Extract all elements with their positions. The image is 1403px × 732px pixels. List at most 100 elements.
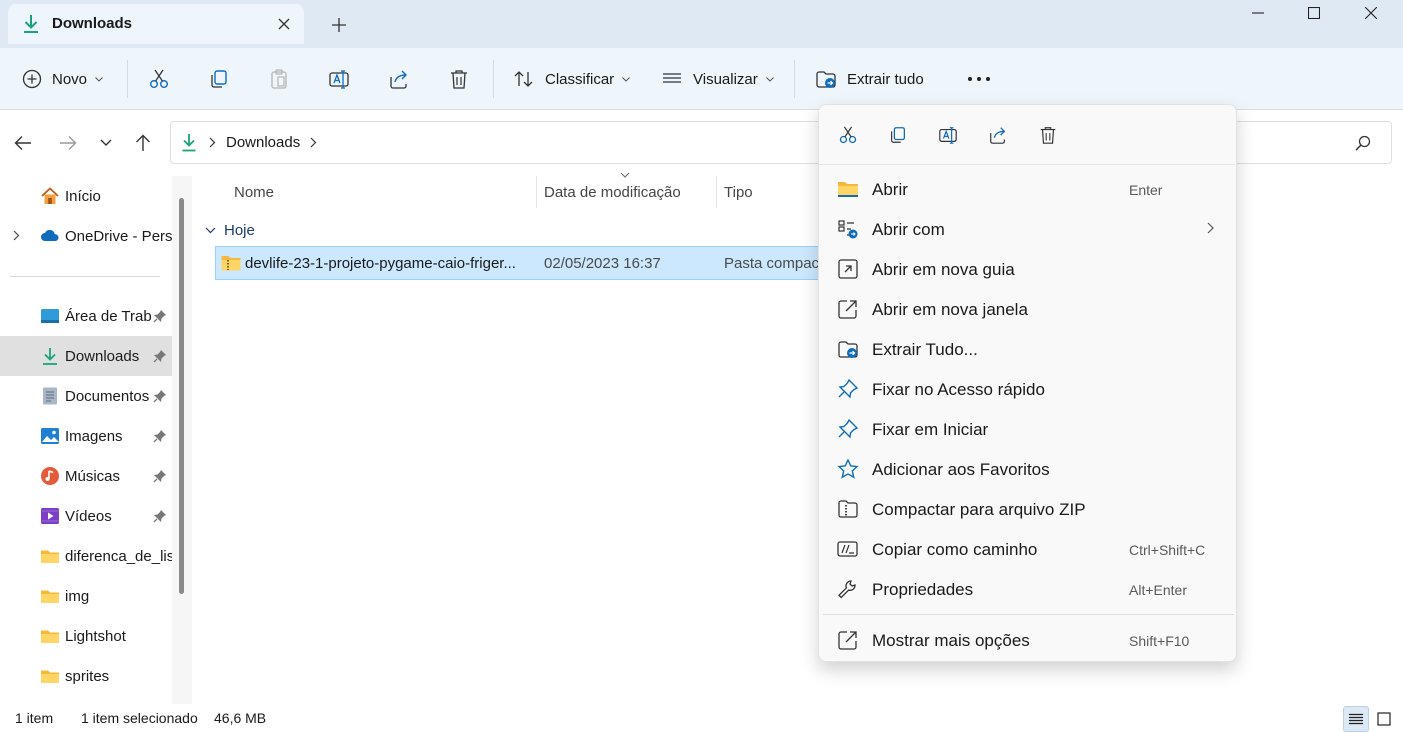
column-header-name[interactable]: Nome: [234, 184, 274, 201]
forward-button[interactable]: [55, 130, 81, 156]
search-icon[interactable]: [1355, 135, 1371, 151]
back-button[interactable]: [10, 130, 36, 156]
sidebar-scrollbar[interactable]: [172, 176, 192, 704]
up-button[interactable]: [130, 130, 156, 156]
share-button[interactable]: [388, 62, 410, 96]
chevron-right-icon[interactable]: [13, 230, 20, 241]
rename-icon: [939, 127, 957, 144]
clipboard-icon: [271, 69, 287, 89]
pin-icon[interactable]: [153, 469, 167, 483]
sidebar-divider: [10, 276, 160, 277]
recent-locations-button[interactable]: [93, 130, 119, 156]
sidebar-item-home[interactable]: Início: [0, 176, 172, 216]
more-icon: [968, 77, 990, 81]
pin-icon[interactable]: [153, 349, 167, 363]
column-header-type[interactable]: Tipo: [724, 184, 753, 201]
sidebar-item-music[interactable]: Músicas: [0, 456, 172, 496]
sidebar-item-pictures[interactable]: Imagens: [0, 416, 172, 456]
pin-icon[interactable]: [153, 429, 167, 443]
column-header-date[interactable]: Data de modificação: [544, 184, 681, 201]
context-copy-button[interactable]: [881, 119, 915, 151]
new-tab-button[interactable]: [326, 12, 352, 38]
sidebar-item-folder[interactable]: diferenca_de_lis: [0, 536, 172, 576]
menu-item-properties[interactable]: Propriedades Alt+Enter: [823, 569, 1234, 609]
menu-item-open[interactable]: Abrir Enter: [823, 169, 1234, 209]
rename-button[interactable]: [328, 62, 350, 96]
sidebar-item-desktop[interactable]: Área de Trab: [0, 296, 172, 336]
sidebar-item-folder[interactable]: img: [0, 576, 172, 616]
sidebar-item-folder[interactable]: sprites: [0, 656, 172, 696]
arrow-left-icon: [14, 136, 31, 150]
chevron-down-icon: [100, 139, 112, 146]
menu-item-compress-zip[interactable]: Compactar para arquivo ZIP: [823, 489, 1234, 529]
chevron-right-icon[interactable]: [209, 137, 216, 148]
paste-button[interactable]: [268, 62, 290, 96]
menu-item-pin-start[interactable]: Fixar em Iniciar: [823, 409, 1234, 449]
sidebar-item-documents[interactable]: Documentos: [0, 376, 172, 416]
sort-icon: [514, 71, 533, 87]
menu-item-shortcut: Ctrl+Shift+C: [1129, 542, 1206, 558]
document-icon: [43, 387, 57, 405]
menu-item-pin-quick-access[interactable]: Fixar no Acesso rápido: [823, 369, 1234, 409]
context-share-button[interactable]: [981, 119, 1015, 151]
context-menu-quick-actions: [819, 105, 1238, 165]
menu-item-open-new-tab[interactable]: Abrir em nova guia: [823, 249, 1234, 289]
pin-icon[interactable]: [153, 509, 167, 523]
status-selected: 1 item selecionado: [81, 710, 198, 726]
table-row[interactable]: devlife-23-1-projeto-pygame-caio-friger.…: [215, 246, 855, 280]
breadcrumb-downloads[interactable]: Downloads: [226, 134, 300, 151]
menu-item-copy-as-path[interactable]: Copiar como caminho Ctrl+Shift+C: [823, 529, 1234, 569]
close-tab-icon[interactable]: [272, 12, 296, 36]
toolbar-divider: [493, 60, 494, 98]
download-icon: [24, 15, 38, 33]
sidebar-item-label: img: [65, 588, 90, 605]
large-icons-view-button[interactable]: [1371, 706, 1397, 732]
menu-item-extract-all[interactable]: Extrair Tudo...: [823, 329, 1234, 369]
close-window-button[interactable]: [1348, 0, 1394, 26]
sidebar-item-downloads[interactable]: Downloads: [0, 336, 172, 376]
status-item-count: 1 item: [15, 710, 54, 726]
menu-item-open-with[interactable]: Abrir com: [823, 209, 1234, 249]
chevron-right-icon: [1207, 222, 1214, 234]
extract-label: Extrair tudo: [847, 70, 924, 88]
extract-all-button[interactable]: Extrair tudo: [815, 62, 924, 96]
column-divider[interactable]: [716, 176, 717, 208]
menu-item-label: Compactar para arquivo ZIP: [872, 500, 1086, 519]
menu-item-label: Fixar em Iniciar: [872, 420, 989, 439]
menu-item-open-new-window[interactable]: Abrir em nova janela: [823, 289, 1234, 329]
star-icon: [837, 459, 859, 479]
group-header-today[interactable]: Hoje: [205, 222, 255, 239]
column-divider[interactable]: [536, 176, 537, 208]
sidebar-item-onedrive[interactable]: OneDrive - Perso: [0, 216, 172, 256]
sidebar-item-videos[interactable]: Vídeos: [0, 496, 172, 536]
delete-button[interactable]: [448, 62, 470, 96]
sort-button[interactable]: Classificar: [513, 62, 631, 96]
context-delete-button[interactable]: [1031, 119, 1065, 151]
minimize-button[interactable]: [1235, 0, 1281, 26]
context-rename-button[interactable]: [931, 119, 965, 151]
pin-icon[interactable]: [153, 389, 167, 403]
cut-button[interactable]: [148, 62, 170, 96]
maximize-button[interactable]: [1291, 0, 1337, 26]
scrollbar-thumb[interactable]: [179, 198, 184, 594]
tab-downloads[interactable]: Downloads: [8, 4, 304, 44]
folder-icon: [41, 550, 59, 563]
new-button[interactable]: Novo: [22, 62, 103, 96]
view-button[interactable]: Visualizar: [661, 62, 774, 96]
zip-folder-icon: [838, 500, 858, 518]
sidebar-item-folder[interactable]: Lightshot: [0, 616, 172, 656]
context-cut-button[interactable]: [831, 119, 865, 151]
menu-item-show-more-options[interactable]: Mostrar mais opções Shift+F10: [823, 620, 1234, 660]
sort-label: Classificar: [545, 70, 615, 88]
copy-button[interactable]: [208, 62, 230, 96]
extract-folder-icon: [816, 71, 836, 88]
menu-item-add-favorites[interactable]: Adicionar aos Favoritos: [823, 449, 1234, 489]
pin-icon[interactable]: [153, 309, 167, 323]
navigation-pane: Início OneDrive - Perso Área de Trab Dow…: [0, 176, 172, 704]
large-icons-view-icon: [1377, 712, 1391, 726]
file-date: 02/05/2023 16:37: [544, 255, 661, 272]
details-view-button[interactable]: [1343, 706, 1369, 732]
chevron-right-icon[interactable]: [310, 137, 317, 148]
more-options-button[interactable]: [967, 62, 991, 96]
scissors-icon: [150, 69, 168, 88]
